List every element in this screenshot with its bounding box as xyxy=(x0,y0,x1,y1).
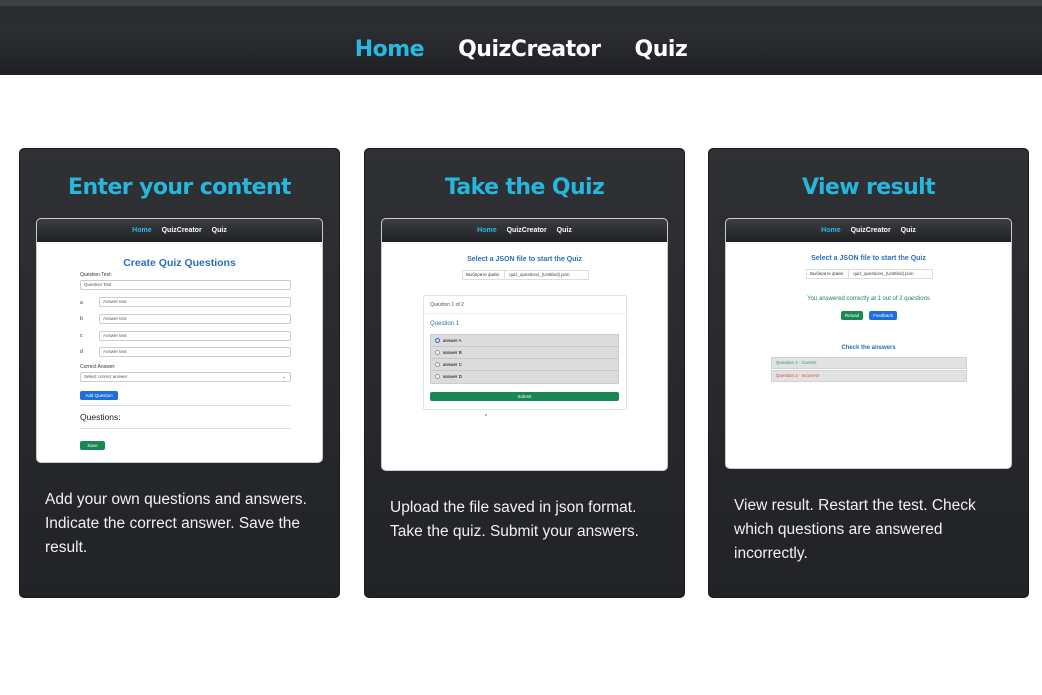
mini-file-button: Выберите файл xyxy=(463,271,505,279)
mini-heading: Select a JSON file to start the Quiz xyxy=(467,256,582,263)
mini-nav-quiz: Quiz xyxy=(211,227,227,234)
card-description: View result. Restart the test. Check whi… xyxy=(734,497,976,562)
mini-question-title: Question 1 xyxy=(430,321,460,327)
feature-card-enter-content: Enter your content Home QuizCreator Quiz… xyxy=(19,148,340,598)
mini-option-label: answer C xyxy=(443,362,463,367)
card-description: Upload the file saved in json format. Ta… xyxy=(390,499,639,540)
mini-divider xyxy=(80,405,291,406)
mini-nav-quizcreator: QuizCreator xyxy=(506,227,547,234)
mini-heading: Select a JSON file to start the Quiz xyxy=(811,255,926,262)
mini-divider xyxy=(80,428,291,429)
mini-feedback-button: Feedback xyxy=(869,311,897,320)
mini-question-input: Question Text xyxy=(80,280,291,290)
mini-divider xyxy=(424,313,626,314)
mini-heading: Create Quiz Questions xyxy=(123,257,236,269)
mini-answer-letter: b xyxy=(80,316,83,322)
top-navbar: Home QuizCreator Quiz xyxy=(0,0,1042,75)
mini-nav-home: Home xyxy=(477,227,497,234)
nav-quiz-link[interactable]: Quiz xyxy=(635,37,688,62)
mini-question-card: Question 1 of 2 Question 1 answer A answ… xyxy=(423,295,627,410)
radio-icon xyxy=(435,374,440,380)
mini-save-button: Save xyxy=(80,441,105,450)
mini-nav-home: Home xyxy=(132,227,152,234)
result-screenshot: Home QuizCreator Quiz Select a JSON file… xyxy=(725,218,1012,469)
mini-dot xyxy=(485,414,487,416)
radio-selected-icon xyxy=(435,338,440,344)
card-title: View result xyxy=(801,175,936,200)
radio-icon xyxy=(435,350,440,356)
mini-result-text: You answered correctly at 1 out of 2 que… xyxy=(807,296,930,302)
mini-correct-label: Correct Answer: xyxy=(80,364,116,370)
mini-navbar: Home QuizCreator Quiz xyxy=(726,219,1011,242)
quiz-screenshot: Home QuizCreator Quiz Select a JSON file… xyxy=(381,218,668,471)
mini-answer-input: Answer text xyxy=(99,314,291,324)
feature-card-view-result: View result Home QuizCreator Quiz Select… xyxy=(708,148,1029,598)
mini-option-label: answer B xyxy=(443,350,462,355)
mini-options-list: answer A answer B answer C answer D xyxy=(430,334,619,384)
mini-file-input: Выберите файл quiz_questions_(Untitled).… xyxy=(806,269,933,279)
mini-check-heading: Check the answers xyxy=(841,345,896,351)
mini-question-counter: Question 1 of 2 xyxy=(430,302,464,308)
mini-nav-quiz: Quiz xyxy=(900,227,916,234)
mini-file-name: quiz_questions_(Untitled).json xyxy=(853,271,914,276)
mini-reload-button: Reload xyxy=(841,311,863,320)
mini-answer-letter: d xyxy=(80,349,83,355)
mini-answer-input: Answer text xyxy=(99,297,291,307)
top-strip xyxy=(0,0,1042,6)
mini-question-label: Question Text: xyxy=(80,272,112,278)
chevron-down-icon: ⌄ xyxy=(281,374,286,380)
nav-home-link[interactable]: Home xyxy=(355,37,425,62)
mini-correct-placeholder: Select correct answer xyxy=(84,374,128,379)
mini-submit-button: Submit xyxy=(430,392,619,401)
mini-answer-input: Answer text xyxy=(99,331,291,341)
mini-add-question-button: Add Question xyxy=(80,391,118,400)
main-nav: Home QuizCreator Quiz xyxy=(0,37,1042,62)
mini-navbar: Home QuizCreator Quiz xyxy=(37,219,322,242)
mini-navbar: Home QuizCreator Quiz xyxy=(382,219,667,242)
mini-answer-input: Answer text xyxy=(99,347,291,357)
nav-quizcreator-link[interactable]: QuizCreator xyxy=(458,37,601,62)
mini-nav-quizcreator: QuizCreator xyxy=(850,227,891,234)
quiz-creator-screenshot: Home QuizCreator Quiz Create Quiz Questi… xyxy=(36,218,323,463)
card-description: Add your own questions and answers. Indi… xyxy=(45,491,307,556)
card-title: Take the Quiz xyxy=(444,175,605,200)
mini-nav-home: Home xyxy=(821,227,841,234)
feature-card-take-quiz: Take the Quiz Home QuizCreator Quiz Sele… xyxy=(364,148,685,598)
radio-icon xyxy=(435,362,440,368)
mini-answer-incorrect: Question 2 - Incorrect xyxy=(771,370,967,382)
mini-questions-heading: Questions: xyxy=(80,412,121,422)
mini-answer-correct: Question 1 - Correct xyxy=(771,357,967,369)
mini-answer-letter: c xyxy=(80,333,83,339)
mini-option-label: answer D xyxy=(443,374,463,379)
mini-option: answer A xyxy=(431,335,618,347)
mini-file-input: Выберите файл quiz_questions_(Untitled).… xyxy=(462,270,589,280)
mini-file-button: Выберите файл xyxy=(807,270,849,278)
mini-file-name: quiz_questions_(Untitled).json xyxy=(509,272,570,277)
mini-option: answer D xyxy=(431,371,618,383)
mini-answer-letter: a xyxy=(80,300,83,306)
mini-option: answer B xyxy=(431,347,618,359)
mini-option-label: answer A xyxy=(443,338,462,343)
card-title: Enter your content xyxy=(68,175,292,200)
mini-correct-select: Select correct answer ⌄ xyxy=(80,372,291,382)
mini-nav-quiz: Quiz xyxy=(556,227,572,234)
mini-option: answer C xyxy=(431,359,618,371)
mini-nav-quizcreator: QuizCreator xyxy=(161,227,202,234)
